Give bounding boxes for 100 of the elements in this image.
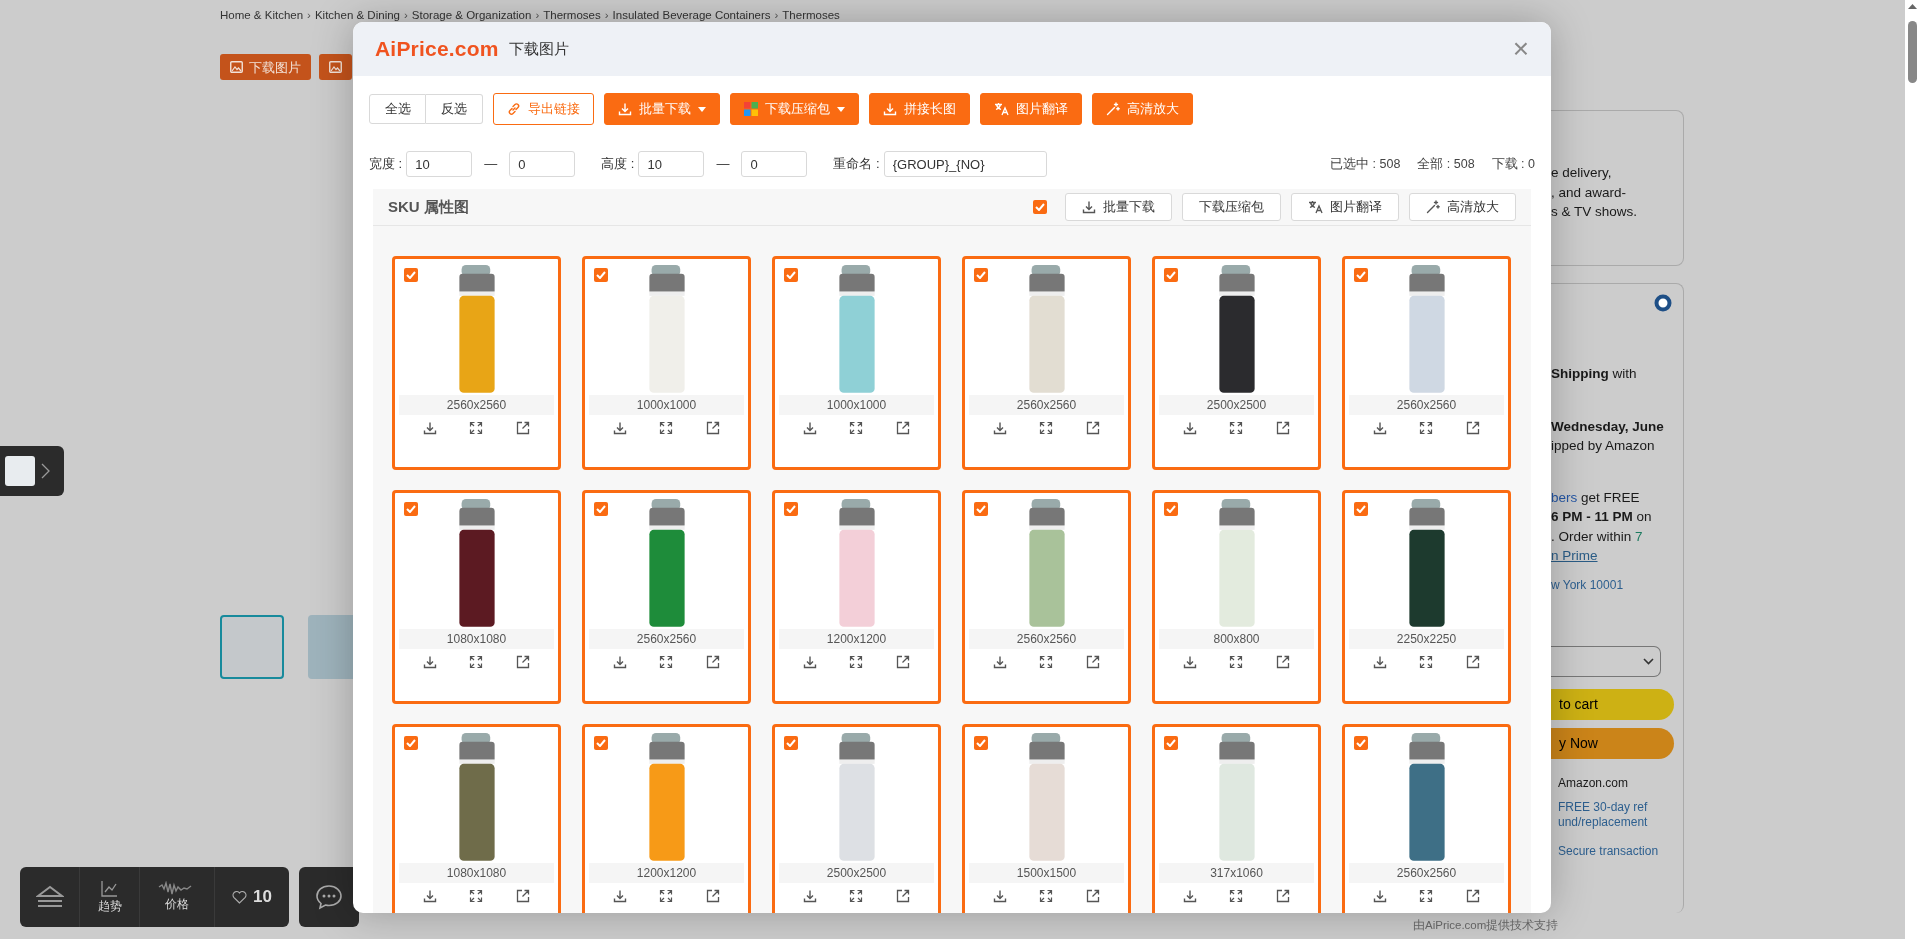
checkbox[interactable] (1354, 502, 1368, 516)
breadcrumb-link[interactable]: Home & Kitchen (220, 7, 304, 25)
home-icon[interactable] (35, 885, 64, 909)
checkbox[interactable] (1164, 268, 1178, 282)
image-card[interactable]: 1000x1000 (772, 256, 941, 470)
checkbox[interactable] (974, 502, 988, 516)
expand-icon[interactable] (1229, 655, 1244, 669)
download-icon[interactable] (993, 655, 1008, 669)
expand-icon[interactable] (849, 655, 864, 669)
image-card[interactable]: 2500x2500 (1152, 256, 1321, 470)
image-card[interactable]: 1200x1200 (772, 490, 941, 704)
heart-icon[interactable] (232, 890, 248, 904)
image-card[interactable]: 1080x1080 (392, 724, 561, 913)
selection-button[interactable]: 全选 (369, 94, 426, 124)
image-card[interactable]: 800x800 (1152, 490, 1321, 704)
expand-icon[interactable] (1419, 421, 1434, 435)
expand-icon[interactable] (659, 421, 674, 435)
section-button[interactable]: 高清放大 (1409, 193, 1516, 221)
checkbox[interactable] (1354, 736, 1368, 750)
download-icon[interactable] (1373, 889, 1388, 903)
image-card[interactable]: 2250x2250 (1342, 490, 1511, 704)
external-link-icon[interactable] (895, 889, 910, 903)
input-field[interactable]: {GROUP}_{NO} (883, 151, 1047, 177)
breadcrumb-link[interactable]: Storage & Organization (411, 7, 532, 25)
download-icon[interactable] (613, 889, 628, 903)
expand-icon[interactable] (1039, 889, 1054, 903)
thumbnail-photo-placeholder[interactable] (220, 615, 284, 680)
download-icon[interactable] (1183, 889, 1198, 903)
input-field[interactable]: 10 (406, 151, 473, 177)
returns-link[interactable]: FREE 30-day refund/replacement (1558, 799, 1648, 831)
add-to-cart-button[interactable]: to cart (1551, 688, 1674, 720)
image-card[interactable]: 1200x1200 (582, 724, 751, 913)
download-icon[interactable] (1183, 655, 1198, 669)
external-link-icon[interactable] (1465, 889, 1480, 903)
image-card[interactable]: 1000x1000 (582, 256, 751, 470)
image-card[interactable]: 317x1060 (1152, 724, 1321, 913)
selection-button[interactable]: 反选 (426, 94, 483, 124)
image-card[interactable]: 2560x2560 (582, 490, 751, 704)
image-card[interactable]: 1500x1500 (962, 724, 1131, 913)
download-icon[interactable] (993, 889, 1008, 903)
secure-transaction-link[interactable]: Secure transaction (1558, 841, 1683, 860)
expand-icon[interactable] (1039, 655, 1054, 669)
download-icon[interactable] (423, 421, 438, 435)
expand-icon[interactable] (469, 655, 484, 669)
checkbox[interactable] (1354, 268, 1368, 282)
checkbox[interactable] (404, 268, 418, 282)
image-card[interactable]: 2560x2560 (962, 256, 1131, 470)
external-link-icon[interactable] (705, 889, 720, 903)
location-link[interactable]: w York 10001 (1551, 575, 1683, 594)
image-card[interactable]: 2560x2560 (1342, 724, 1511, 913)
checkbox[interactable] (784, 502, 798, 516)
section-button[interactable]: 批量下载 (1065, 193, 1172, 221)
external-link-icon[interactable] (515, 655, 530, 669)
checkbox[interactable] (594, 502, 608, 516)
external-link-icon[interactable] (895, 655, 910, 669)
text-link[interactable]: n Prime (1551, 546, 1598, 566)
external-link-icon[interactable] (1085, 421, 1100, 435)
chat-button[interactable] (299, 867, 359, 927)
checkbox[interactable] (594, 736, 608, 750)
external-link-icon[interactable] (1085, 655, 1100, 669)
download-icon[interactable] (613, 655, 628, 669)
image-card[interactable]: 2560x2560 (962, 490, 1131, 704)
price-button[interactable]: 价格 (158, 881, 196, 913)
external-link-icon[interactable] (1085, 889, 1100, 903)
checkbox[interactable] (1164, 502, 1178, 516)
buy-now-button[interactable]: y Now (1551, 727, 1674, 759)
download-icon[interactable] (423, 889, 438, 903)
download-icon[interactable] (423, 655, 438, 669)
checkbox[interactable] (404, 736, 418, 750)
section-button[interactable]: 下载压缩包 (1182, 193, 1281, 221)
download-icon[interactable] (613, 421, 628, 435)
download-icon[interactable] (993, 421, 1008, 435)
download-images-button[interactable]: 下载图片 (220, 54, 311, 81)
checkbox[interactable] (784, 736, 798, 750)
download-icon[interactable] (1373, 421, 1388, 435)
download-icon[interactable] (803, 655, 818, 669)
expand-icon[interactable] (1419, 655, 1434, 669)
external-link-icon[interactable] (1465, 421, 1480, 435)
external-link-icon[interactable] (895, 421, 910, 435)
expand-icon[interactable] (849, 889, 864, 903)
checkbox[interactable] (974, 736, 988, 750)
scrollbar-thumb[interactable] (1908, 21, 1917, 83)
toolbar-button[interactable] (319, 54, 352, 81)
expand-icon[interactable] (849, 421, 864, 435)
text-link[interactable]: bers (1551, 487, 1578, 507)
checkbox[interactable] (784, 268, 798, 282)
image-card[interactable]: 2500x2500 (772, 724, 941, 913)
input-field[interactable]: 0 (509, 151, 576, 177)
download-icon[interactable] (803, 421, 818, 435)
image-card[interactable]: 2560x2560 (1342, 256, 1511, 470)
breadcrumb-link[interactable]: Insulated Beverage Containers (612, 7, 771, 25)
expand-icon[interactable] (1229, 421, 1244, 435)
image-card[interactable]: 1080x1080 (392, 490, 561, 704)
breadcrumb-link[interactable]: Kitchen & Dining (314, 7, 400, 25)
download-icon[interactable] (1373, 655, 1388, 669)
checkbox[interactable] (974, 268, 988, 282)
expand-icon[interactable] (1039, 421, 1054, 435)
external-link-icon[interactable] (1275, 655, 1290, 669)
input-field[interactable]: 10 (638, 151, 705, 177)
download-icon[interactable] (1183, 421, 1198, 435)
